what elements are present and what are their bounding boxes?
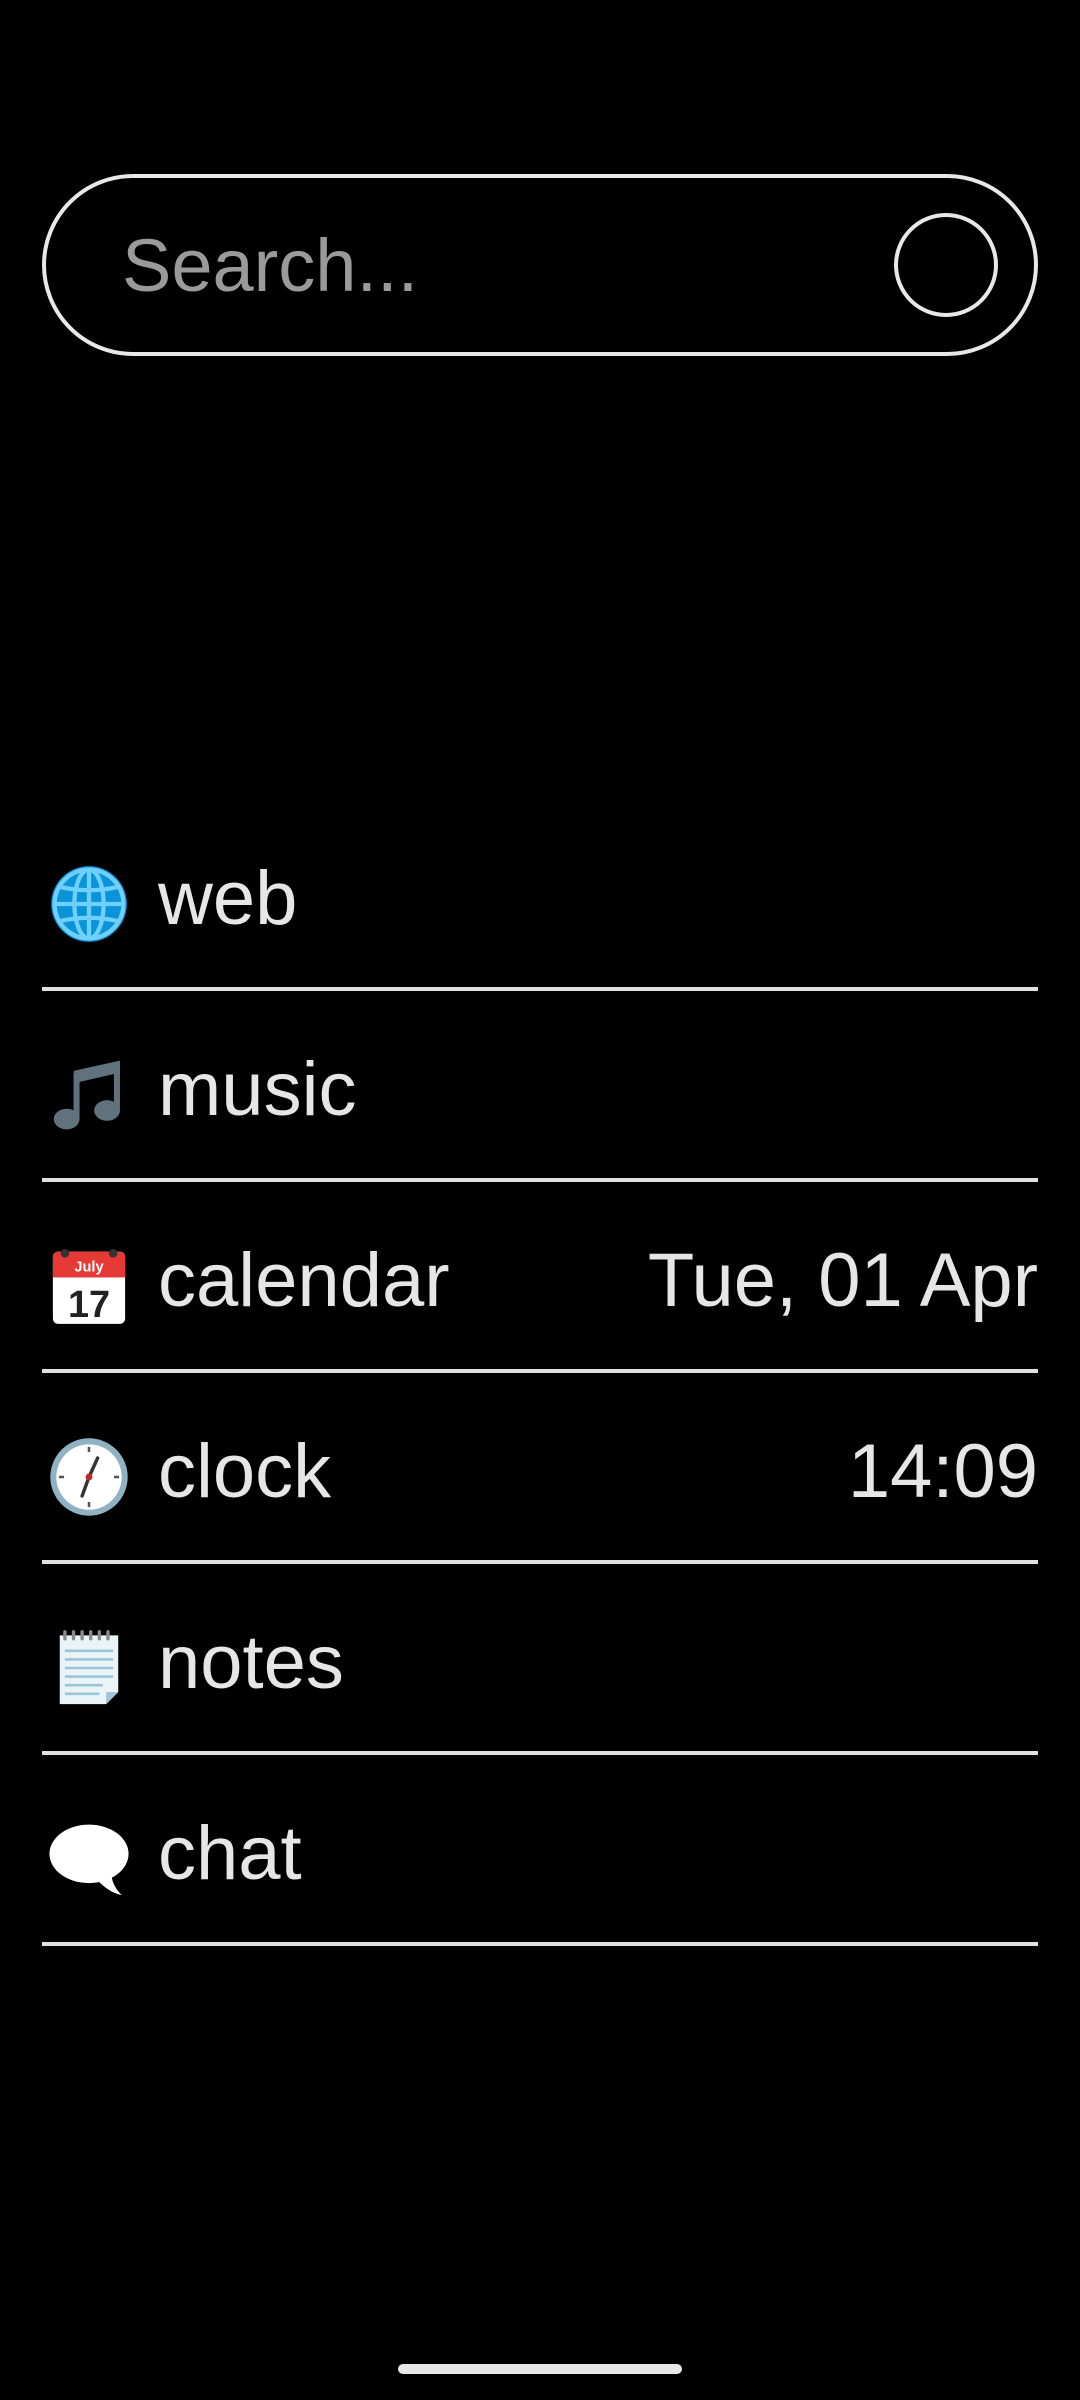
list-item-music[interactable]: music <box>42 991 1038 1182</box>
notepad-icon <box>59 1630 119 1705</box>
search-input[interactable] <box>122 178 882 352</box>
clock-icon <box>50 1438 128 1516</box>
list-item-web[interactable]: web <box>42 800 1038 991</box>
list-item-calendar[interactable]: July 17 calendar Tue, 01 Apr <box>42 1182 1038 1373</box>
item-label: web <box>158 856 298 941</box>
search-circle-button[interactable] <box>894 213 998 317</box>
gesture-home-bar[interactable] <box>398 2364 682 2374</box>
item-label: clock <box>158 1429 332 1514</box>
clock-time-value: 14:09 <box>847 1429 1038 1514</box>
item-label: notes <box>158 1620 344 1705</box>
item-label: calendar <box>158 1238 450 1323</box>
calendar-icon-day: 17 <box>68 1284 110 1326</box>
search-bar[interactable] <box>42 174 1038 356</box>
list-item-notes[interactable]: notes <box>42 1564 1038 1755</box>
item-label: chat <box>158 1811 302 1896</box>
item-label: music <box>158 1047 357 1132</box>
music-note-icon <box>53 1060 120 1130</box>
speech-bubble-icon <box>49 1824 129 1896</box>
list-item-clock[interactable]: clock 14:09 <box>42 1373 1038 1564</box>
calendar-date-value: Tue, 01 Apr <box>647 1238 1038 1323</box>
list-item-chat[interactable]: chat <box>42 1755 1038 1946</box>
calendar-icon-month: July <box>74 1259 104 1275</box>
globe-icon <box>51 866 127 942</box>
app-list: web music July 17 calendar Tue, 01 Apr c… <box>42 800 1038 1946</box>
calendar-icon: July 17 <box>52 1249 126 1326</box>
